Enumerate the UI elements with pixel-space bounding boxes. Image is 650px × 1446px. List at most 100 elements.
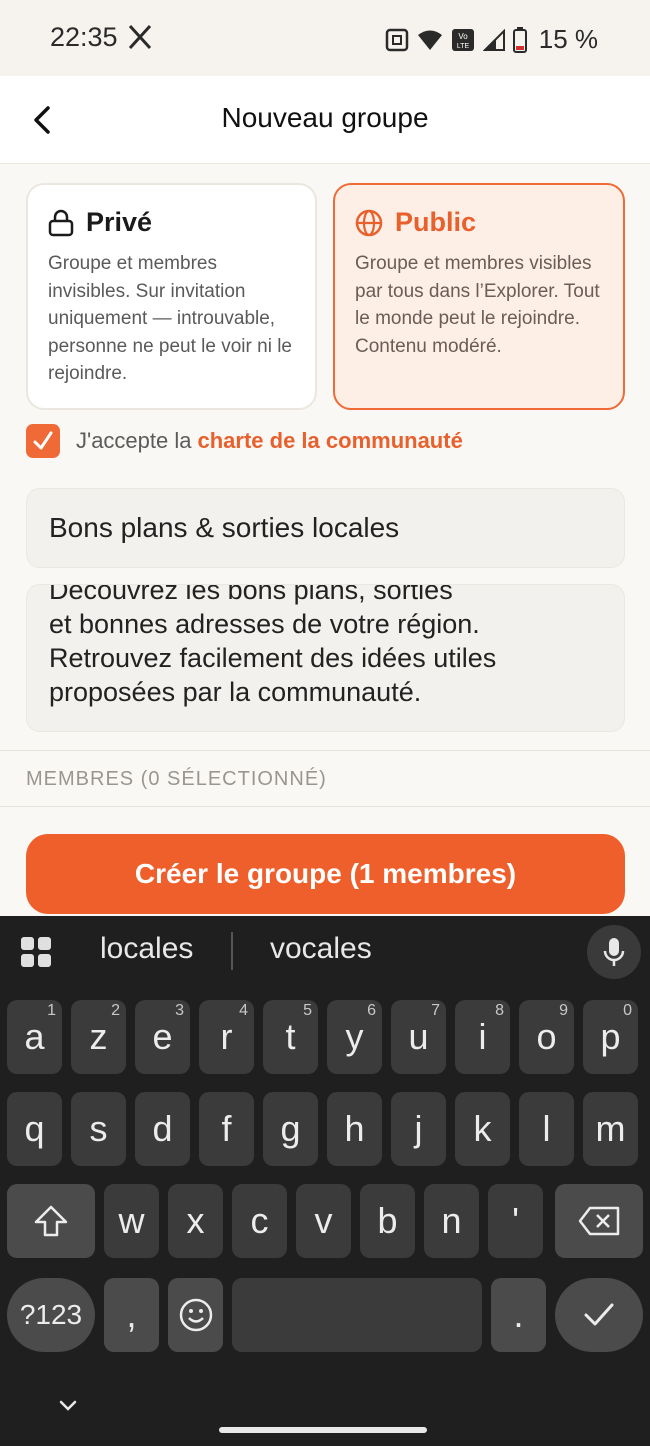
signal-icon xyxy=(482,28,505,51)
backspace-key[interactable] xyxy=(555,1184,643,1258)
key-hint: 2 xyxy=(111,1002,120,1019)
key-n[interactable]: n xyxy=(424,1184,479,1258)
key-label: m xyxy=(595,1108,626,1149)
key-hint: 1 xyxy=(47,1002,56,1019)
key-label: ' xyxy=(512,1200,519,1241)
divider xyxy=(0,806,650,807)
x-logo-icon xyxy=(128,24,152,50)
apps-grid-icon[interactable] xyxy=(20,936,52,968)
key-label: a xyxy=(24,1016,45,1057)
key-x[interactable]: x xyxy=(168,1184,223,1258)
key-l[interactable]: l xyxy=(519,1092,574,1166)
voice-input-button[interactable] xyxy=(587,925,641,979)
key-apostrophe[interactable]: ' xyxy=(488,1184,543,1258)
symbols-key[interactable]: ?123 xyxy=(7,1278,95,1352)
key-label: r xyxy=(220,1016,233,1057)
suggestion-bar: locales vocales xyxy=(0,916,650,990)
group-description-input[interactable]: Découvrez les bons plans, sorties et bon… xyxy=(26,584,625,732)
key-t[interactable]: t5 xyxy=(263,1000,318,1074)
suggestion-1[interactable]: locales xyxy=(100,932,193,966)
comma-key[interactable]: , xyxy=(104,1278,159,1352)
gesture-nav-handle[interactable] xyxy=(219,1427,427,1433)
key-label: f xyxy=(221,1108,232,1149)
key-label: k xyxy=(473,1108,492,1149)
key-z[interactable]: z2 xyxy=(71,1000,126,1074)
key-label: t xyxy=(285,1016,296,1057)
key-hint: 8 xyxy=(495,1002,504,1019)
members-section-label: MEMBRES (0 SÉLECTIONNÉ) xyxy=(26,768,327,790)
charter-link[interactable]: charte de la communauté xyxy=(198,428,463,453)
key-label: d xyxy=(152,1108,173,1149)
key-m[interactable]: m xyxy=(583,1092,638,1166)
enter-key[interactable] xyxy=(555,1278,643,1352)
suggestion-separator xyxy=(231,932,233,970)
key-s[interactable]: s xyxy=(71,1092,126,1166)
key-y[interactable]: y6 xyxy=(327,1000,382,1074)
key-c[interactable]: c xyxy=(232,1184,287,1258)
privacy-option-public[interactable]: Public Groupe et membres visibles par to… xyxy=(333,183,625,410)
battery-icon xyxy=(512,26,527,53)
lock-icon xyxy=(48,209,74,236)
symbols-key-label: ?123 xyxy=(19,1299,83,1330)
shift-icon xyxy=(34,1205,68,1237)
chevron-down-icon[interactable] xyxy=(56,1396,80,1416)
key-label: j xyxy=(414,1108,423,1149)
key-a[interactable]: a1 xyxy=(7,1000,62,1074)
check-icon xyxy=(584,1303,614,1326)
key-label: c xyxy=(250,1200,269,1241)
key-u[interactable]: u7 xyxy=(391,1000,446,1074)
key-b[interactable]: b xyxy=(360,1184,415,1258)
battery-percent: 15 % xyxy=(538,24,598,54)
key-i[interactable]: i8 xyxy=(455,1000,510,1074)
description-line: et bonnes adresses de votre région. xyxy=(49,609,480,639)
key-q[interactable]: q xyxy=(7,1092,62,1166)
key-label: i xyxy=(478,1016,487,1057)
key-g[interactable]: g xyxy=(263,1092,318,1166)
key-v[interactable]: v xyxy=(296,1184,351,1258)
period-key-label: . xyxy=(513,1294,524,1335)
key-hint: 3 xyxy=(175,1002,184,1019)
charter-agreement: J'accepte la charte de la communauté xyxy=(26,423,463,459)
description-text: Découvrez les bons plans, sorties et bon… xyxy=(49,584,609,709)
key-label: z xyxy=(89,1016,108,1057)
space-key[interactable] xyxy=(232,1278,482,1352)
app-header: Nouveau groupe xyxy=(0,76,650,164)
emoji-icon xyxy=(179,1298,212,1332)
key-label: v xyxy=(314,1200,333,1241)
key-k[interactable]: k xyxy=(455,1092,510,1166)
description-line: Découvrez les bons plans, sorties xyxy=(49,584,453,605)
key-d[interactable]: d xyxy=(135,1092,190,1166)
key-r[interactable]: r4 xyxy=(199,1000,254,1074)
period-key[interactable]: . xyxy=(491,1278,546,1352)
create-group-button[interactable]: Créer le groupe (1 membres) xyxy=(26,834,625,914)
group-name-input[interactable]: Bons plans & sorties locales xyxy=(26,488,625,568)
status-icons: Vo LTE 15 % xyxy=(385,24,598,55)
key-label: x xyxy=(186,1200,205,1241)
backspace-icon xyxy=(578,1206,620,1236)
key-f[interactable]: f xyxy=(199,1092,254,1166)
charter-checkbox[interactable] xyxy=(26,424,60,458)
key-label: n xyxy=(441,1200,462,1241)
globe-icon xyxy=(355,209,383,236)
privacy-option-private[interactable]: Privé Groupe et membres invisibles. Sur … xyxy=(26,183,317,410)
microphone-icon xyxy=(603,938,625,966)
key-j[interactable]: j xyxy=(391,1092,446,1166)
key-o[interactable]: o9 xyxy=(519,1000,574,1074)
key-e[interactable]: e3 xyxy=(135,1000,190,1074)
shift-key[interactable] xyxy=(7,1184,95,1258)
suggestion-2[interactable]: vocales xyxy=(270,932,372,966)
key-label: g xyxy=(280,1108,301,1149)
key-h[interactable]: h xyxy=(327,1092,382,1166)
key-hint: 9 xyxy=(559,1002,568,1019)
key-label: b xyxy=(377,1200,398,1241)
description-line: proposées par la communauté. xyxy=(49,677,422,707)
svg-text:LTE: LTE xyxy=(457,43,470,50)
status-time: 22:35 xyxy=(50,22,118,52)
emoji-key[interactable] xyxy=(168,1278,223,1352)
group-name-value: Bons plans & sorties locales xyxy=(49,512,400,543)
key-w[interactable]: w xyxy=(104,1184,159,1258)
key-p[interactable]: p0 xyxy=(583,1000,638,1074)
wifi-icon xyxy=(417,30,442,50)
key-hint: 7 xyxy=(431,1002,440,1019)
key-label: u xyxy=(408,1016,429,1057)
